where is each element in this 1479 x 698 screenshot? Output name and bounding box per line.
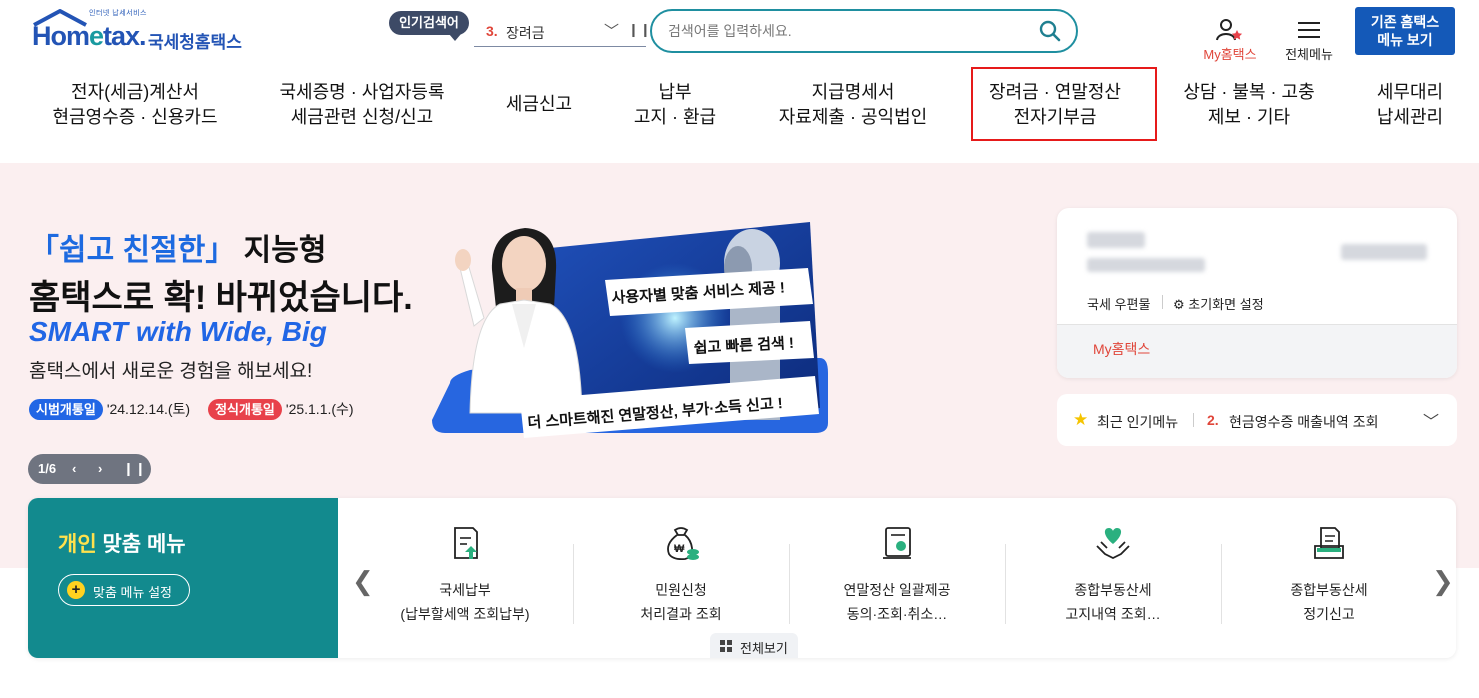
banner-illustration: 사용자별 맞춤 서비스 제공 ! 쉽고 빠른 검색 ! 더 스마트해진 연말정산… <box>432 222 828 438</box>
year-end-settlement-icon <box>883 527 911 559</box>
property-tax-filing-icon <box>1314 527 1344 559</box>
popular-search-badge: 인기검색어 <box>389 11 469 41</box>
recent-rank-number: 2. <box>1207 412 1219 428</box>
custom-menu-panel: 개인 맞춤 메뉴 + 맞춤 메뉴 설정 ❮ ❯ 국세납부 (납부할세액 조회납부… <box>28 498 1456 658</box>
chevron-down-icon[interactable]: ﹀ <box>1423 408 1439 432</box>
custom-menu-item[interactable]: 종합부동산세 정기신고 <box>1221 524 1437 634</box>
banner-subtext: 홈택스에서 새로운 경험을 해보세요! <box>29 361 313 382</box>
hamburger-icon <box>1298 22 1320 38</box>
property-tax-notice-icon <box>1096 528 1130 560</box>
nav-certificate[interactable]: 국세증명 · 사업자등록 세금관련 신청/신고 <box>278 80 446 130</box>
search-icon[interactable] <box>1038 19 1062 43</box>
custom-menu-item[interactable]: 종합부동산세 고지내역 조회… <box>1005 524 1221 634</box>
view-all-button[interactable]: 전체보기 <box>710 633 798 658</box>
search-box <box>650 9 1078 53</box>
custom-menu-header: 개인 맞춤 메뉴 + 맞춤 메뉴 설정 <box>28 498 338 658</box>
speech-bubble-2: 쉽고 빠른 검색 ! <box>685 321 814 364</box>
prev-slide-icon[interactable]: ‹ <box>72 461 76 476</box>
logo-wordmark: Hometax. <box>32 21 147 51</box>
svg-text:₩: ₩ <box>674 543 685 555</box>
header: 인터넷 납세서비스 Hometax. 국세청홈택스 인기검색어 3. 장려금 ﹀… <box>0 0 1479 64</box>
user-star-icon <box>1216 19 1243 41</box>
pause-icon[interactable]: ❙❙ <box>628 22 652 38</box>
hometax-logo[interactable]: 인터넷 납세서비스 Hometax. 국세청홈택스 <box>32 8 262 54</box>
custom-menu-setting-button[interactable]: + 맞춤 메뉴 설정 <box>58 574 190 606</box>
custom-menu-item[interactable]: 연말정산 일괄제공 동의·조회·취소… <box>789 524 1005 634</box>
nav-consult[interactable]: 상담 · 불복 · 고충 제보 · 기타 <box>1180 80 1318 130</box>
official-open-date: '25.1.1.(수) <box>285 401 354 417</box>
nav-payment-statement[interactable]: 지급명세서 자료제출 · 공익법인 <box>776 80 930 130</box>
plus-icon: + <box>67 581 85 599</box>
custom-menu-item[interactable]: ₩ 민원신청 처리결과 조회 <box>573 524 789 634</box>
logo-subtitle: 인터넷 납세서비스 <box>89 10 147 17</box>
pilot-open-badge: 시범개통일 <box>29 399 103 420</box>
main-nav: 전자(세금)계산서 현금영수증 · 신용카드 국세증명 · 사업자등록 세금관련 신… <box>0 64 1479 164</box>
nav-highlight-box <box>971 67 1157 141</box>
civil-petition-icon: ₩ <box>667 527 699 561</box>
popular-search-term[interactable]: 장려금 <box>506 23 545 43</box>
blurred-user-name <box>1087 232 1145 248</box>
slide-counter: 1/6 <box>38 461 57 476</box>
nav-payment[interactable]: 납부 고지 · 환급 <box>630 80 720 130</box>
recent-popular-label: 최근 인기메뉴 <box>1097 414 1179 430</box>
nav-tax-filing[interactable]: 세금신고 <box>503 92 575 117</box>
recent-popular-item[interactable]: 현금영수증 매출내역 조회 <box>1229 412 1378 432</box>
my-hometax-label: My홈택스 <box>1203 47 1257 62</box>
recent-separator <box>1193 413 1194 427</box>
banner-headline-2: 홈택스로 확! 바뀌었습니다. <box>29 279 413 317</box>
tax-mail-link[interactable]: 국세 우편물 <box>1087 294 1150 313</box>
next-slide-icon[interactable]: › <box>98 461 102 476</box>
all-menu-label: 전체메뉴 <box>1285 47 1333 62</box>
popular-rank-number: 3. <box>486 23 498 39</box>
gear-icon: ⚙ <box>1173 297 1185 312</box>
my-hometax-button[interactable]: My홈택스 <box>1197 18 1263 62</box>
recent-popular-menu[interactable]: ★ 최근 인기메뉴 2. 현금영수증 매출내역 조회 ﹀ <box>1057 394 1457 446</box>
blurred-user-info <box>1087 258 1205 272</box>
official-open-badge: 정식개통일 <box>208 399 282 420</box>
banner-headline-1: 「쉽고 친절한」 지능형 <box>29 234 327 267</box>
user-info-card: 국세 우편물 ⚙ 초기화면 설정 My홈택스 <box>1057 208 1457 378</box>
banner-slogan: SMART with Wide, Big <box>29 316 327 347</box>
custom-menu-item[interactable]: 국세납부 (납부할세액 조회납부) <box>357 524 573 634</box>
star-icon: ★ <box>1073 410 1089 429</box>
old-menu-button[interactable]: 기존 홈택스 메뉴 보기 <box>1355 7 1455 55</box>
blurred-logout[interactable] <box>1341 244 1427 260</box>
nav-tax-agent[interactable]: 세무대리 납세관리 <box>1374 80 1446 130</box>
custom-menu-title: 개인 맞춤 메뉴 <box>58 533 186 556</box>
search-input[interactable] <box>668 21 1028 41</box>
home-setting-link[interactable]: ⚙ 초기화면 설정 <box>1173 294 1264 313</box>
logo-korean: 국세청홈택스 <box>148 33 242 52</box>
nav-e-invoice[interactable]: 전자(세금)계산서 현금영수증 · 신용카드 <box>52 80 218 130</box>
chevron-down-icon[interactable]: ﹀ <box>604 20 619 41</box>
popular-search-rolling[interactable]: 3. 장려금 ﹀ ❙❙ <box>474 17 651 47</box>
pilot-open-date: '24.12.14.(토) <box>106 401 191 417</box>
card-my-hometax-link[interactable]: My홈택스 <box>1093 339 1150 359</box>
banner-dates: 시범개통일 '24.12.14.(토) 정식개통일 '25.1.1.(수) <box>29 399 354 420</box>
grid-icon <box>720 640 732 652</box>
slide-controls: 1/6 ‹ › ❙❙ <box>28 454 151 484</box>
card-separator <box>1162 295 1163 309</box>
pause-slide-icon[interactable]: ❙❙ <box>123 461 147 477</box>
all-menu-button[interactable]: 전체메뉴 <box>1280 18 1338 62</box>
tax-payment-icon <box>454 527 478 559</box>
